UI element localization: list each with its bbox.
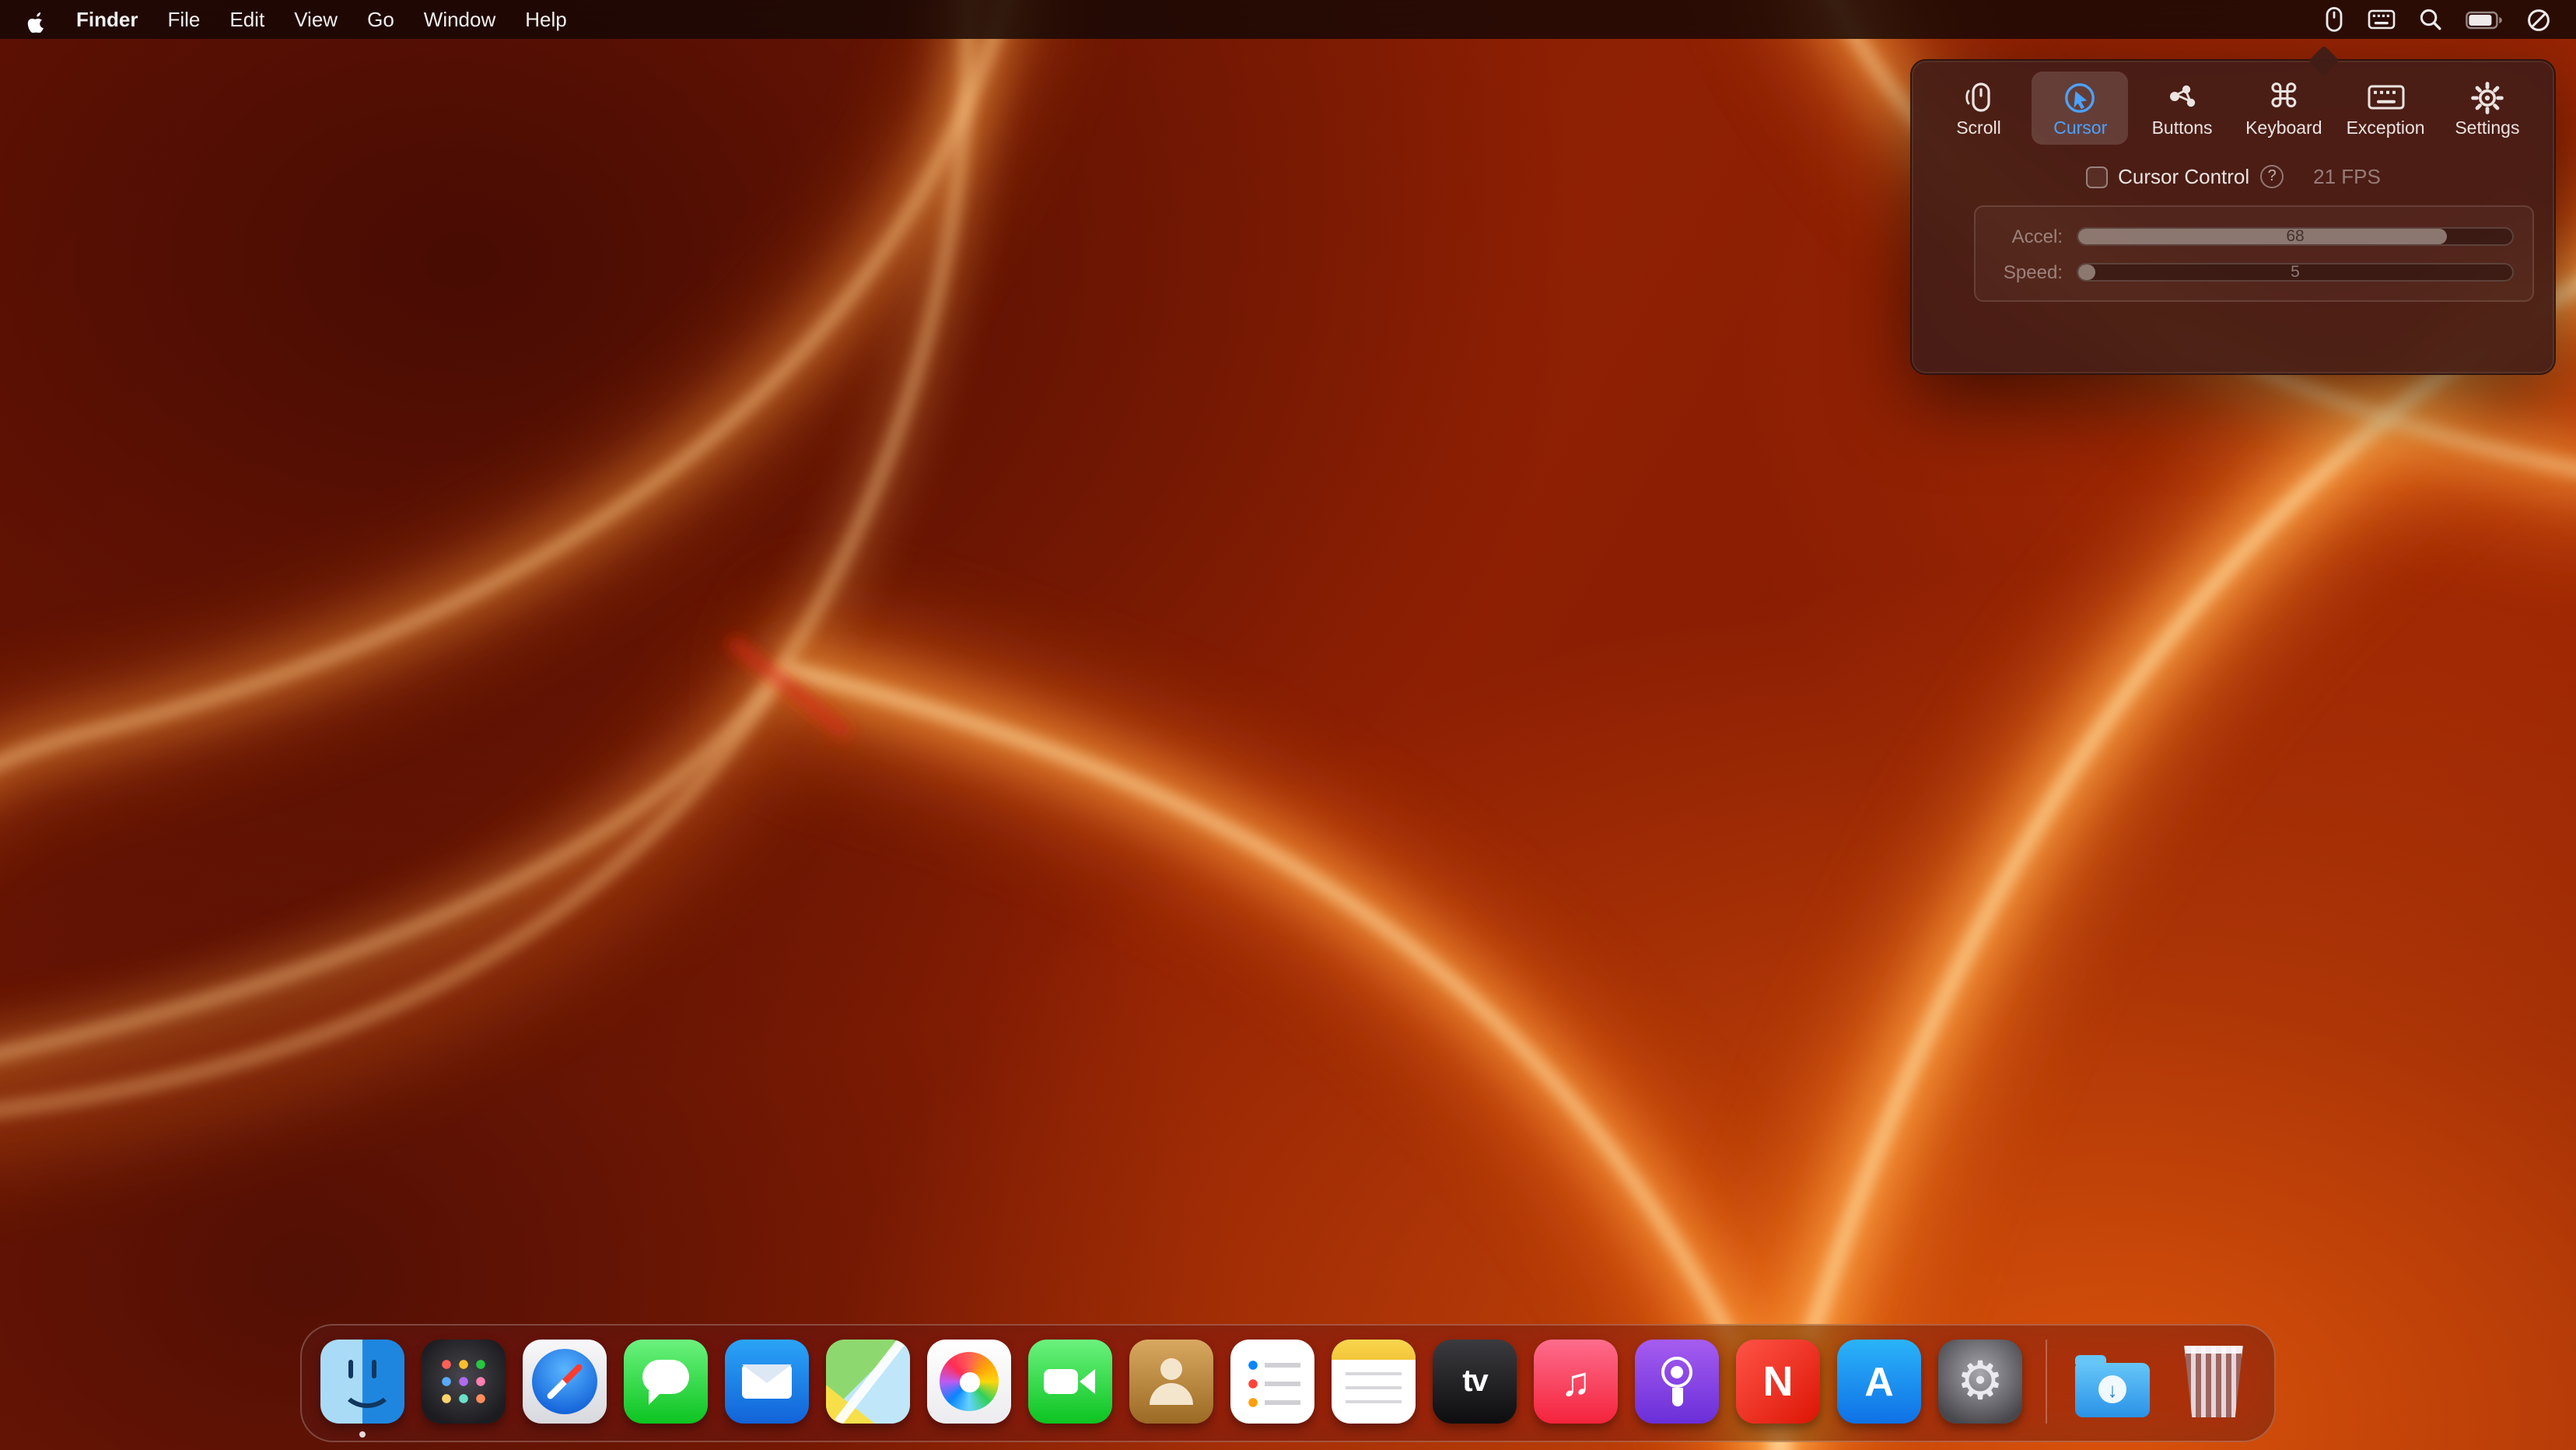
menu-help[interactable]: Help	[525, 8, 567, 31]
speed-slider[interactable]: 5	[2077, 262, 2514, 281]
mail-icon	[725, 1340, 809, 1424]
music-icon: ♫	[1534, 1340, 1618, 1424]
fps-readout: 21 FPS	[2313, 165, 2381, 188]
dock-item-photos[interactable]	[926, 1338, 1013, 1425]
dock-item-messages[interactable]	[622, 1338, 709, 1425]
accel-label: Accel:	[1982, 225, 2063, 247]
dock-item-tv[interactable]: tv	[1431, 1338, 1518, 1425]
apple-tv-icon: tv	[1433, 1340, 1517, 1424]
dock-item-contacts[interactable]	[1128, 1338, 1215, 1425]
app-store-icon: A	[1837, 1340, 1921, 1424]
safari-icon	[523, 1340, 607, 1424]
accel-row: Accel: 68	[1982, 225, 2514, 247]
dock-item-mail[interactable]	[723, 1338, 810, 1425]
reminders-icon	[1230, 1340, 1314, 1424]
maps-icon	[826, 1340, 910, 1424]
running-indicator	[359, 1431, 366, 1438]
contacts-icon	[1129, 1340, 1213, 1424]
system-settings-icon: ⚙	[1938, 1340, 2022, 1424]
trash-icon	[2172, 1340, 2256, 1424]
tab-label: Keyboard	[2245, 119, 2322, 138]
accel-value: 68	[2078, 228, 2512, 243]
mouse-status-icon[interactable]	[2324, 6, 2344, 33]
menu-edit[interactable]: Edit	[229, 8, 264, 31]
news-icon: N	[1736, 1340, 1820, 1424]
dock-item-launchpad[interactable]	[420, 1338, 507, 1425]
search-icon[interactable]	[2419, 8, 2442, 31]
gear-icon	[2470, 79, 2504, 116]
tab-label: Exception	[2347, 119, 2425, 138]
circle-slash-icon[interactable]	[2526, 7, 2551, 32]
speed-label: Speed:	[1982, 261, 2063, 282]
tab-label: Settings	[2455, 119, 2519, 138]
popover-tab-bar: Scroll Cursor Buttons ⌘ Keyboard	[1912, 61, 2554, 145]
dock-item-notes[interactable]	[1330, 1338, 1417, 1425]
facetime-icon	[1028, 1340, 1112, 1424]
menu-bar-status-area	[2324, 6, 2551, 33]
tab-keyboard[interactable]: ⌘ Keyboard	[2235, 72, 2332, 145]
menu-file[interactable]: File	[167, 8, 200, 31]
messages-icon	[624, 1340, 708, 1424]
tab-scroll[interactable]: Scroll	[1930, 72, 2027, 145]
photos-icon	[927, 1340, 1011, 1424]
dock-item-podcasts[interactable]	[1633, 1338, 1720, 1425]
dock-item-downloads[interactable]	[2069, 1338, 2156, 1425]
dock-item-app-store[interactable]: A	[1836, 1338, 1923, 1425]
cursor-sliders-group: Accel: 68 Speed: 5	[1974, 205, 2534, 302]
cursor-icon	[2063, 79, 2098, 116]
dock-item-maps[interactable]	[824, 1338, 912, 1425]
cursor-control-row: Cursor Control ? 21 FPS	[1912, 165, 2554, 188]
tab-label: Cursor	[2053, 119, 2107, 138]
dock-item-music[interactable]: ♫	[1532, 1338, 1619, 1425]
dock-item-facetime[interactable]	[1027, 1338, 1114, 1425]
desktop: Finder File Edit View Go Window Help	[0, 0, 2576, 1450]
dock-item-system-settings[interactable]: ⚙	[1937, 1338, 2024, 1425]
notes-icon	[1332, 1340, 1416, 1424]
menu-window[interactable]: Window	[424, 8, 496, 31]
dock-item-reminders[interactable]	[1229, 1338, 1316, 1425]
apple-logo-icon	[25, 7, 47, 32]
speed-value: 5	[2078, 264, 2512, 279]
keyboard-status-icon[interactable]	[2368, 9, 2396, 30]
dock-separator	[2046, 1340, 2047, 1424]
battery-icon[interactable]	[2466, 10, 2503, 29]
tab-exception[interactable]: Exception	[2337, 72, 2434, 145]
scroll-icon	[1963, 79, 1994, 116]
active-app-menu[interactable]: Finder	[76, 8, 138, 31]
downloads-folder-icon	[2070, 1340, 2154, 1424]
cursor-control-checkbox[interactable]	[2085, 166, 2107, 187]
menu-bar-left: Finder File Edit View Go Window Help	[25, 7, 567, 32]
accel-slider[interactable]: 68	[2077, 226, 2514, 245]
launchpad-icon	[422, 1340, 506, 1424]
menu-bar: Finder File Edit View Go Window Help	[0, 0, 2576, 39]
tab-label: Buttons	[2152, 119, 2213, 138]
tab-settings[interactable]: Settings	[2439, 72, 2536, 145]
help-icon[interactable]: ?	[2260, 165, 2284, 188]
dock-item-news[interactable]: N	[1734, 1338, 1822, 1425]
menu-view[interactable]: View	[294, 8, 338, 31]
tab-cursor[interactable]: Cursor	[2032, 72, 2129, 145]
tab-label: Scroll	[1956, 119, 2001, 138]
finder-icon	[320, 1340, 404, 1424]
podcasts-icon	[1635, 1340, 1719, 1424]
keyboard-grid-icon	[2367, 79, 2404, 116]
dock-item-trash[interactable]	[2170, 1338, 2257, 1425]
command-key-icon: ⌘	[2267, 79, 2300, 116]
menu-go[interactable]: Go	[367, 8, 394, 31]
dock: tv ♫ N A ⚙	[300, 1324, 2276, 1442]
tab-buttons[interactable]: Buttons	[2134, 72, 2231, 145]
speed-row: Speed: 5	[1982, 261, 2514, 282]
mouse-utility-popover: Scroll Cursor Buttons ⌘ Keyboard	[1910, 59, 2556, 375]
buttons-icon	[2165, 79, 2200, 116]
dock-item-safari[interactable]	[521, 1338, 608, 1425]
cursor-control-label: Cursor Control	[2118, 165, 2249, 188]
apple-menu[interactable]	[25, 7, 47, 32]
dock-item-finder[interactable]	[319, 1338, 406, 1425]
